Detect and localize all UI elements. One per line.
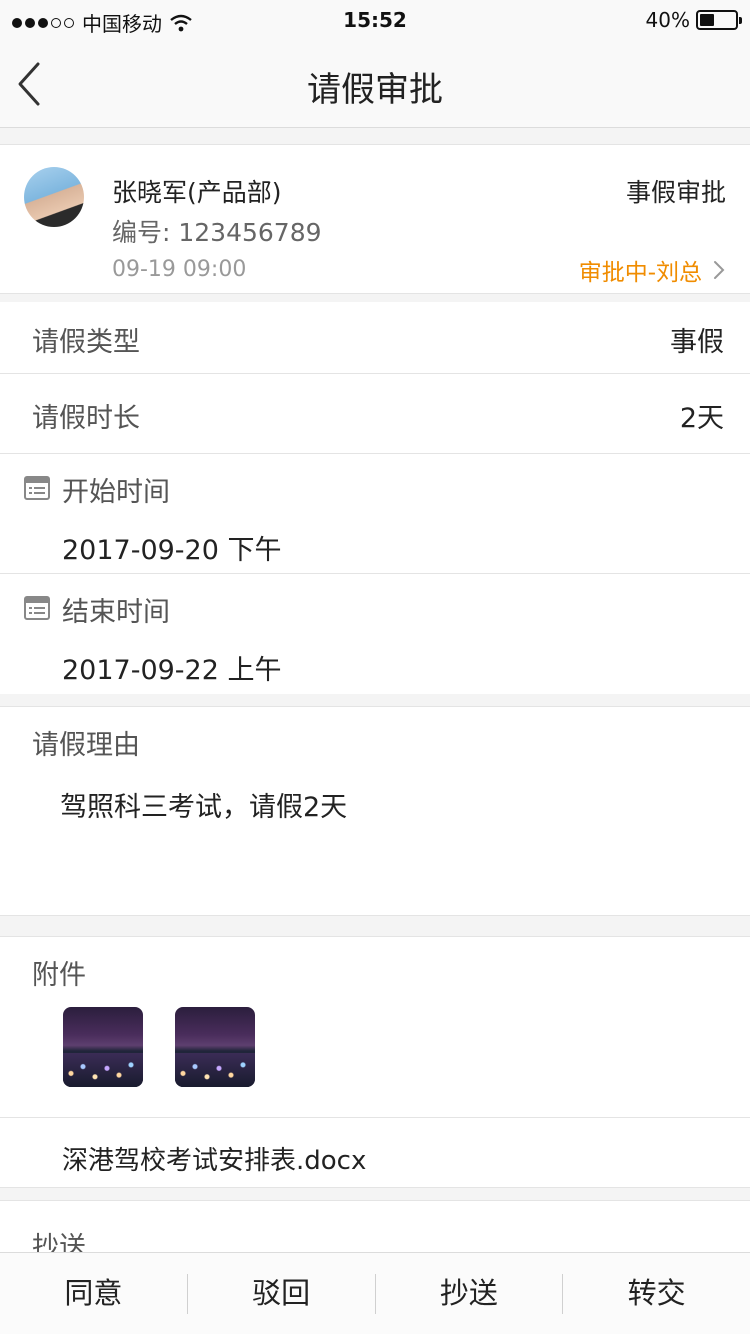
attachment-file-name: 深港驾校考试安排表.docx [62, 1146, 367, 1176]
start-time-value: 2017-09-20 下午 [62, 535, 282, 566]
transfer-button[interactable]: 转交 [563, 1253, 750, 1334]
cc-button[interactable]: 抄送 [376, 1253, 563, 1334]
leave-type-value: 事假 [670, 327, 724, 358]
attachment-file-row[interactable]: 深港驾校考试安排表.docx [0, 1117, 750, 1189]
applicant-card: 张晓军(产品部) 编号: 123456789 09-19 09:00 事假审批 … [0, 144, 750, 294]
calendar-icon [24, 596, 50, 620]
leave-reason-label: 请假理由 [32, 730, 140, 761]
agree-button[interactable]: 同意 [0, 1253, 187, 1334]
cc-section: 抄送 [0, 1200, 750, 1263]
leave-details: 请假类型 事假 请假时长 2天 开始时间 2017-09-20 下午 结束时间 … [0, 302, 750, 694]
battery-percent: 40% [645, 8, 690, 32]
end-time-row: 结束时间 2017-09-22 上午 [0, 574, 750, 694]
submit-time: 09-19 09:00 [112, 257, 247, 282]
end-time-label: 结束时间 [62, 597, 170, 628]
applicant-id: 编号: 123456789 [112, 218, 322, 247]
status-right: 40% [645, 8, 742, 32]
leave-duration-label: 请假时长 [32, 403, 140, 434]
avatar [24, 167, 84, 227]
attachments-label: 附件 [32, 960, 86, 991]
attachment-image-thumbnail[interactable] [63, 1007, 143, 1087]
action-bar: 同意 驳回 抄送 转交 [0, 1252, 750, 1334]
leave-category: 事假审批 [625, 178, 726, 207]
attachment-image-thumbnail[interactable] [175, 1007, 255, 1087]
applicant-name: 张晓军(产品部) [112, 178, 282, 207]
page-title: 请假审批 [307, 70, 443, 110]
leave-type-row: 请假类型 事假 [0, 302, 750, 374]
leave-duration-value: 2天 [679, 403, 724, 434]
attachments-section: 附件 深港驾校考试安排表.docx [0, 936, 750, 1188]
leave-duration-row: 请假时长 2天 [0, 374, 750, 454]
end-time-value: 2017-09-22 上午 [62, 655, 282, 686]
clock: 15:52 [343, 8, 407, 32]
approval-status-link[interactable]: 审批中-刘总 [579, 253, 726, 287]
chevron-right-icon [714, 261, 725, 279]
approval-status-text: 审批中-刘总 [578, 260, 702, 286]
reject-button[interactable]: 驳回 [188, 1253, 375, 1334]
navigation-bar: 请假审批 [0, 40, 750, 128]
calendar-icon [24, 476, 50, 500]
leave-reason-section: 请假理由 驾照科三考试，请假2天 [0, 706, 750, 916]
status-bar: 中国移动 15:52 40% [0, 0, 750, 40]
leave-reason-text: 驾照科三考试，请假2天 [60, 792, 348, 823]
start-time-label: 开始时间 [62, 477, 170, 508]
leave-type-label: 请假类型 [32, 327, 140, 358]
start-time-row: 开始时间 2017-09-20 下午 [0, 454, 750, 574]
battery-icon [696, 10, 742, 30]
